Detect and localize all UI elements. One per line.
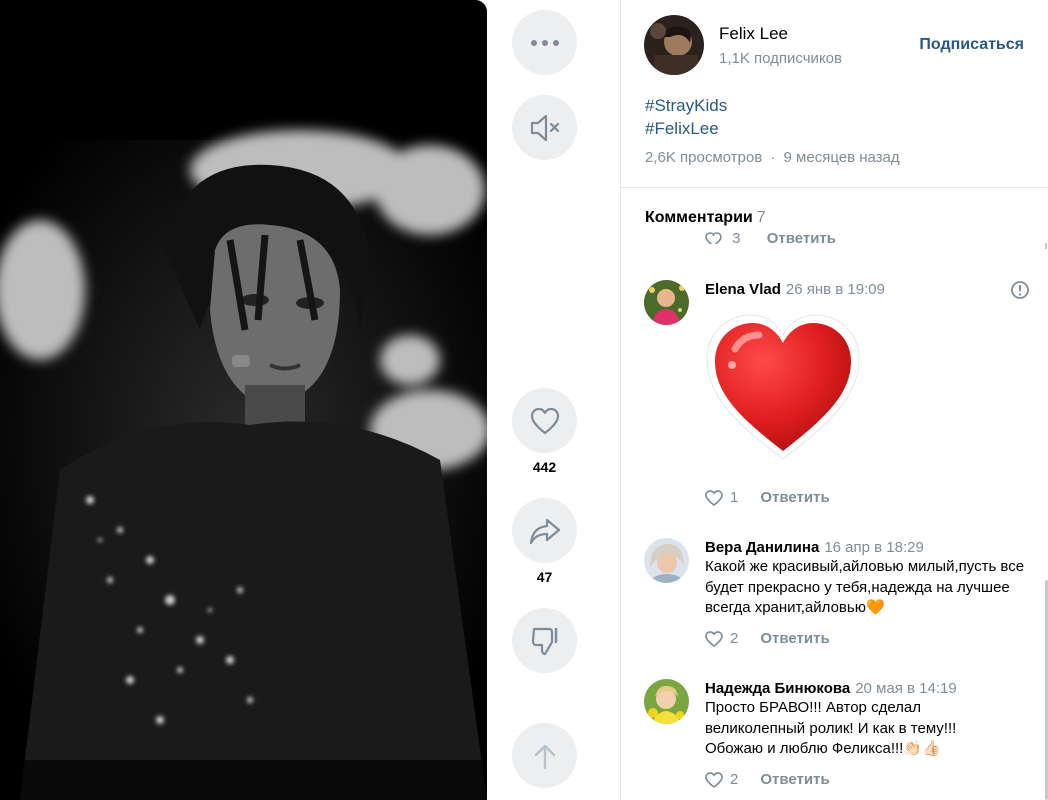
comment-options-icon[interactable] [1010, 280, 1030, 305]
post-meta: 2,6K просмотров · 9 месяцев назад [645, 149, 900, 166]
dislike-button[interactable] [512, 608, 577, 673]
heart-icon [705, 630, 723, 647]
more-dots-icon [530, 39, 560, 47]
clipped-like-count: 3 [732, 230, 741, 244]
like-button[interactable] [512, 388, 577, 453]
clipped-likes[interactable]: 3 Ответить [705, 230, 836, 244]
heart-icon [705, 489, 723, 506]
comment-like-button[interactable]: 2 [705, 771, 738, 788]
share-arrow-icon [529, 517, 561, 545]
hashtag-straykids[interactable]: #StrayKids [645, 96, 727, 116]
section-divider [621, 187, 1048, 188]
comment-actions: 1 Ответить [705, 489, 830, 506]
comment-author[interactable]: Elena Vlad [705, 281, 781, 298]
scrollbar-arrow[interactable] [1045, 243, 1047, 249]
comment-like-button[interactable]: 2 [705, 630, 738, 647]
author-name[interactable]: Felix Lee [719, 24, 788, 44]
comment-actions: 2 Ответить [705, 771, 830, 788]
comments-header: Комментарии 7 [645, 209, 766, 227]
comment-header: Надежда Бинюкова 20 мая в 14:19 [705, 680, 957, 698]
comment-header: Elena Vlad 26 янв в 19:09 [705, 281, 885, 299]
comment-avatar[interactable] [644, 679, 689, 724]
reply-button[interactable]: Ответить [760, 630, 829, 647]
arrow-up-icon [533, 742, 557, 770]
info-panel: Felix Lee 1,1K подписчиков Подписаться #… [621, 0, 1048, 800]
share-count: 47 [536, 569, 553, 585]
heart-icon [705, 771, 723, 788]
comments-count: 7 [756, 209, 766, 226]
muted-speaker-icon [528, 113, 562, 143]
view-count: 2,6K просмотров [645, 149, 763, 166]
video-frame [0, 0, 487, 800]
hashtag-felixlee[interactable]: #FelixLee [645, 119, 719, 139]
comments-title: Комментарии [645, 209, 753, 226]
comment-header: Вера Данилина 16 апр в 18:29 [705, 539, 924, 557]
comment-date[interactable]: 16 апр в 18:29 [824, 539, 924, 556]
author-avatar[interactable] [644, 15, 704, 75]
comment-date[interactable]: 26 янв в 19:09 [786, 281, 885, 298]
heart-icon [530, 407, 560, 435]
reply-button[interactable]: Ответить [760, 489, 829, 506]
red-heart-sticker [705, 313, 861, 463]
mute-button[interactable] [512, 95, 577, 160]
action-rail: 442 47 [487, 0, 620, 800]
clipped-reply[interactable]: Ответить [767, 230, 836, 244]
like-count: 442 [532, 459, 557, 475]
reply-button[interactable]: Ответить [760, 771, 829, 788]
comment-text: Просто БРАВО!!! Автор сделал великолепны… [705, 699, 957, 757]
subscribe-button[interactable]: Подписаться [919, 36, 1024, 54]
author-subscribers: 1,1K подписчиков [719, 50, 842, 67]
thumbs-down-icon [530, 625, 560, 657]
comment-like-count: 1 [730, 489, 739, 506]
scroll-up-button[interactable] [512, 723, 577, 788]
comment-like-count: 2 [730, 771, 739, 788]
comment-like-button[interactable]: 1 [705, 489, 738, 506]
more-button[interactable] [512, 10, 577, 75]
comment-avatar[interactable] [644, 280, 689, 325]
meta-separator: · [770, 149, 776, 166]
comment-author[interactable]: Надежда Бинюкова [705, 680, 850, 697]
clipped-comment-actions: 3 Ответить [705, 230, 836, 244]
video-player[interactable] [0, 0, 487, 800]
comment-like-count: 2 [730, 630, 739, 647]
post-age: 9 месяцев назад [783, 149, 900, 166]
comment-avatar[interactable] [644, 538, 689, 583]
comment-text: Какой же красивый,айловью милый,пусть вс… [705, 558, 1025, 616]
heart-icon [705, 231, 722, 244]
clip-viewer: 442 47 Felix Lee 1,1K подписчиков Подпис… [0, 0, 1048, 800]
comment-date[interactable]: 20 мая в 14:19 [855, 680, 956, 697]
comment-author[interactable]: Вера Данилина [705, 539, 819, 556]
comment-actions: 2 Ответить [705, 630, 830, 647]
share-button[interactable] [512, 498, 577, 563]
